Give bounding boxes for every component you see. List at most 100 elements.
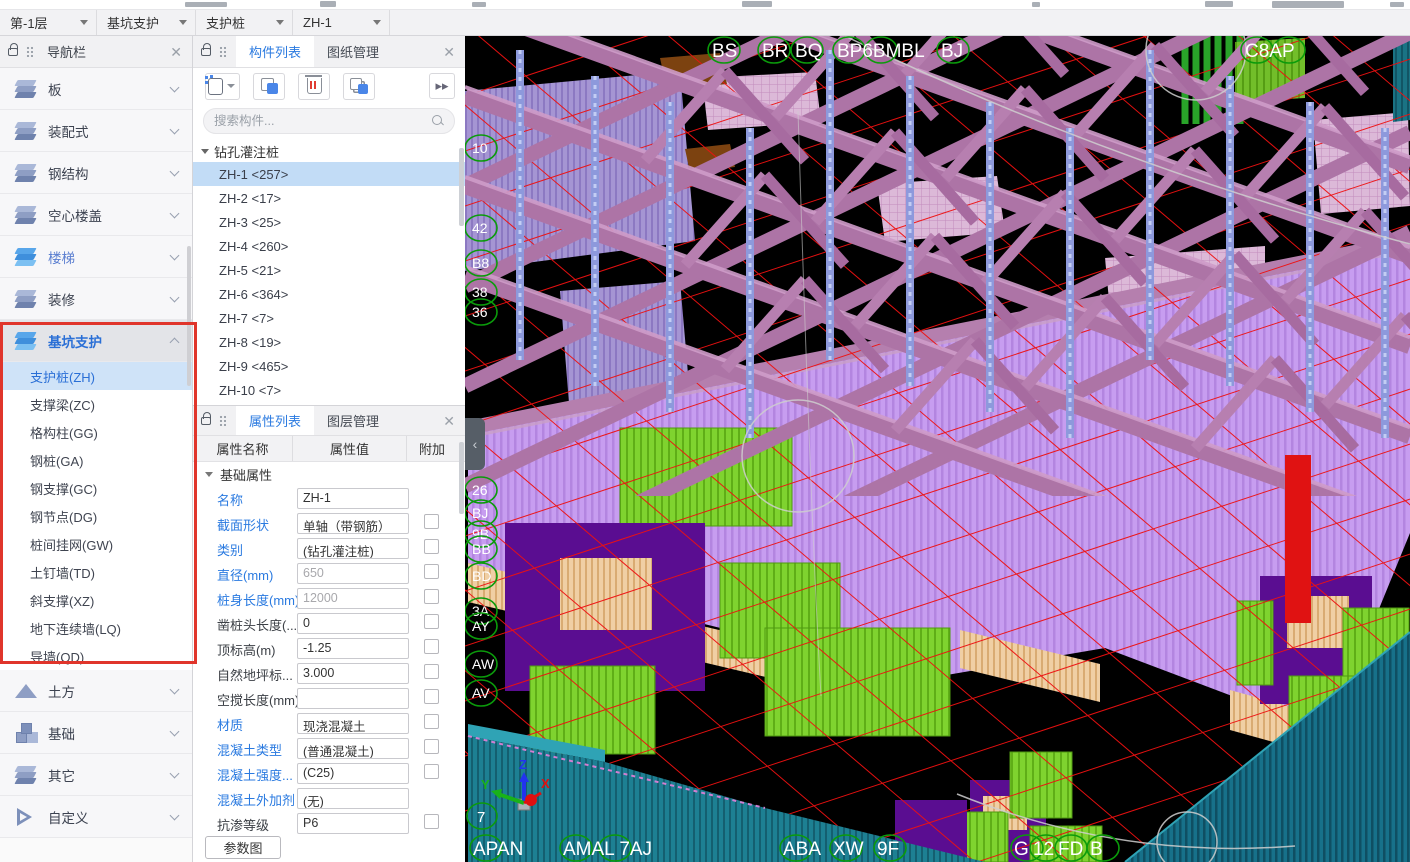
attach-checkbox[interactable] (424, 639, 439, 654)
component-list-item[interactable]: ZH-5 <21> (193, 258, 465, 282)
property-name: 截面形状 (217, 515, 269, 534)
drag-handle-icon[interactable] (219, 46, 226, 57)
attach-checkbox[interactable] (424, 539, 439, 554)
lock-icon[interactable] (201, 48, 211, 56)
close-icon[interactable]: ✕ (170, 45, 182, 59)
sidebar-item-other[interactable]: 其它 (0, 754, 192, 796)
close-icon[interactable]: ✕ (443, 45, 455, 59)
delete-icon (307, 78, 322, 94)
panel-collapse-handle[interactable]: ‹ (465, 418, 485, 470)
component-list-item[interactable]: ZH-3 <25> (193, 210, 465, 234)
sidebar-item-label: 基础 (48, 723, 75, 743)
sidebar-item-foundation[interactable]: 基础 (0, 712, 192, 754)
expand-toolbar-button[interactable]: ▸▸ (429, 73, 455, 99)
property-value-input[interactable]: 650 (297, 563, 409, 584)
lock-icon[interactable] (8, 48, 18, 56)
property-value-input[interactable]: P6 (297, 813, 409, 834)
component-list-item[interactable]: ZH-8 <19> (193, 330, 465, 354)
sidebar-item-pit-support[interactable]: 基坑支护 (0, 320, 192, 362)
sidebar-subitem[interactable]: 斜支撑(XZ) (0, 586, 192, 614)
sidebar-subitem[interactable]: 地下连续墙(LQ) (0, 614, 192, 642)
search-input[interactable] (214, 114, 432, 128)
sidebar-item-stairs[interactable]: 楼梯 (0, 236, 192, 278)
property-value-input[interactable]: (钻孔灌注桩) (297, 538, 409, 559)
sidebar-subitem[interactable]: 格构柱(GG) (0, 418, 192, 446)
attach-checkbox[interactable] (424, 514, 439, 529)
sidebar-subitem[interactable]: 钢支撑(GC) (0, 474, 192, 502)
sidebar-item-hollow-slab[interactable]: 空心楼盖 (0, 194, 192, 236)
attach-checkbox[interactable] (424, 764, 439, 779)
nav-scrollbar[interactable] (187, 246, 191, 386)
component-list-item[interactable]: ZH-9 <465> (193, 354, 465, 378)
tree-root-node[interactable]: 钻孔灌注桩 (193, 140, 465, 162)
property-value-input[interactable]: 0 (297, 613, 409, 634)
list-scrollbar[interactable] (459, 148, 464, 226)
property-name: 混凝土强度... (217, 765, 293, 784)
sidebar-subitem[interactable]: 钢节点(DG) (0, 502, 192, 530)
other-icon (14, 765, 38, 785)
property-value-input[interactable]: 现浇混凝土 (297, 713, 409, 734)
property-value-input[interactable]: -1.25 (297, 638, 409, 659)
attach-checkbox[interactable] (424, 689, 439, 704)
sidebar-subitem[interactable]: 支护桩(ZH) (0, 362, 192, 390)
property-value-input[interactable]: (无) (297, 788, 409, 809)
component-list-item[interactable]: ZH-1 <257> (193, 162, 465, 186)
property-value-input[interactable]: 12000 (297, 588, 409, 609)
component-list-item[interactable]: ZH-7 <7> (193, 306, 465, 330)
component-list-item[interactable]: ZH-2 <17> (193, 186, 465, 210)
component-list-item[interactable]: ZH-4 <260> (193, 234, 465, 258)
attach-checkbox[interactable] (424, 564, 439, 579)
component-list-item[interactable]: ZH-10 <7> (193, 378, 465, 402)
property-value-input[interactable] (297, 688, 409, 709)
component-select[interactable]: ZH-1 (293, 10, 390, 35)
copy-component-button[interactable] (253, 73, 285, 100)
property-group-basic[interactable]: 基础属性 (193, 462, 465, 486)
sidebar-item-decoration[interactable]: 装修 (0, 278, 192, 320)
property-value-input[interactable]: ZH-1 (297, 488, 409, 509)
sidebar-subitem[interactable]: 桩间挂网(GW) (0, 530, 192, 558)
property-value-input[interactable]: (普通混凝土) (297, 738, 409, 759)
attach-checkbox[interactable] (424, 739, 439, 754)
delete-component-button[interactable] (298, 73, 330, 100)
sidebar-item-label: 装配式 (48, 121, 89, 141)
property-value-input[interactable]: 单轴（带钢筋） (297, 513, 409, 534)
sidebar-item-steel-structure[interactable]: 钢结构 (0, 152, 192, 194)
attach-checkbox[interactable] (424, 814, 439, 829)
property-scrollbar[interactable] (459, 442, 464, 514)
sidebar-item-label: 板 (48, 79, 62, 99)
sidebar-item-slab[interactable]: 板 (0, 68, 192, 110)
tab-drawing-management[interactable]: 图纸管理 (314, 36, 392, 67)
property-name: 桩身长度(mm) (217, 590, 299, 609)
grid-label: 26 (472, 482, 488, 498)
tab-layer-management[interactable]: 图层管理 (314, 406, 392, 435)
sidebar-subitem[interactable]: 土钉墙(TD) (0, 558, 192, 586)
close-icon[interactable]: ✕ (443, 414, 455, 428)
property-value-input[interactable]: (C25) (297, 763, 409, 784)
model-3d-viewport[interactable]: ‹ BSBRBQBP6BMBLBJC8AP1042B8383626BJ9BBBB… (465, 36, 1410, 862)
sidebar-item-earthwork[interactable]: 土方 (0, 670, 192, 712)
new-component-button[interactable] (205, 73, 240, 100)
sidebar-subitem[interactable]: 支撑梁(ZC) (0, 390, 192, 418)
sidebar-item-custom[interactable]: 自定义 (0, 796, 192, 838)
drag-handle-icon[interactable] (26, 46, 33, 57)
sidebar-subitem[interactable]: 导墙(QD) (0, 642, 192, 670)
drag-handle-icon[interactable] (219, 415, 226, 426)
tab-component-list[interactable]: 构件列表 (236, 36, 314, 67)
attach-checkbox[interactable] (424, 664, 439, 679)
parameter-diagram-button[interactable]: 参数图 (205, 836, 281, 859)
batch-copy-button[interactable] (343, 73, 375, 100)
sidebar-subitem[interactable]: 钢桩(GA) (0, 446, 192, 474)
grid-label: 9B (472, 526, 489, 542)
attach-checkbox[interactable] (424, 589, 439, 604)
attach-checkbox[interactable] (424, 714, 439, 729)
floor-select[interactable]: 第-1层 (0, 10, 97, 35)
attach-checkbox[interactable] (424, 614, 439, 629)
lock-icon[interactable] (201, 417, 211, 425)
component-list-item[interactable]: ZH-6 <364> (193, 282, 465, 306)
sidebar-item-prefab[interactable]: 装配式 (0, 110, 192, 152)
property-value-input[interactable]: 3.000 (297, 663, 409, 684)
tab-property-list[interactable]: 属性列表 (236, 406, 314, 435)
element-type-select[interactable]: 支护桩 (196, 10, 293, 35)
grid-label: BJ (472, 505, 488, 521)
category-select[interactable]: 基坑支护 (97, 10, 196, 35)
